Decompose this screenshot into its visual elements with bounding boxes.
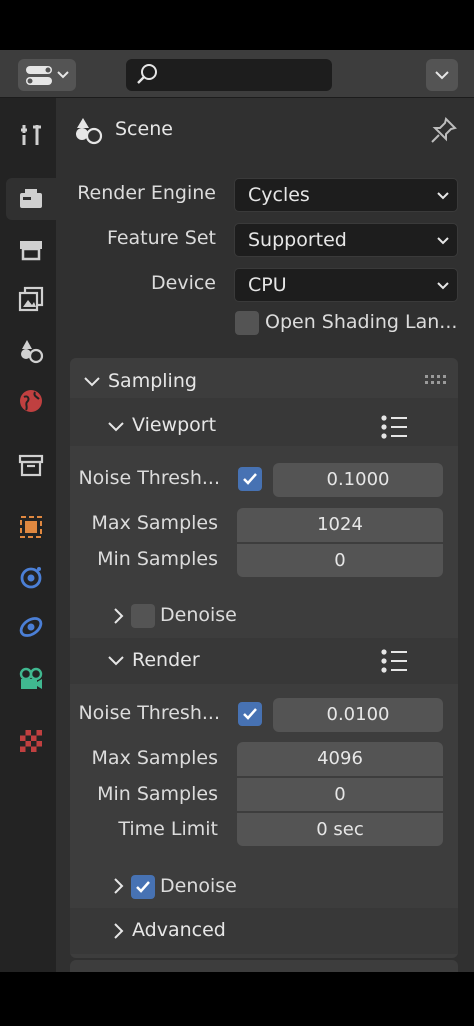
presets-list-icon[interactable] <box>380 648 410 674</box>
editor-header <box>0 50 474 98</box>
advanced-subpanel-header <box>70 908 458 954</box>
render-max-samples-field[interactable]: 4096 <box>237 742 443 776</box>
scene-icon <box>21 340 44 364</box>
render-engine-value: Cycles <box>248 184 310 206</box>
chevron-down-icon <box>437 192 449 200</box>
chevron-down-icon[interactable] <box>82 371 102 391</box>
tab-view-layer[interactable] <box>6 278 56 320</box>
time-limit-label: Time Limit <box>118 818 218 840</box>
object-square-icon <box>20 516 42 538</box>
render-camera-icon <box>20 189 42 208</box>
object-data-camera-icon <box>19 667 43 689</box>
viewport-noise-threshold-checkbox[interactable] <box>238 467 262 491</box>
chevron-down-icon[interactable] <box>106 416 126 436</box>
view-layer-icon <box>18 286 44 312</box>
render-engine-label: Render Engine <box>77 182 216 204</box>
tab-scene[interactable] <box>6 330 56 372</box>
particles-icon <box>20 567 42 589</box>
device-value: CPU <box>248 274 287 296</box>
chevron-down-icon[interactable] <box>106 650 126 670</box>
open-shading-checkbox[interactable] <box>235 311 259 335</box>
open-shading-label: Open Shading Lan... <box>265 311 458 333</box>
physics-orbit-icon <box>19 617 43 637</box>
options-dropdown-button[interactable] <box>426 59 458 91</box>
tool-icon <box>21 125 41 145</box>
render-noise-threshold-checkbox[interactable] <box>238 702 262 726</box>
render-noise-threshold-label: Noise Thresh... <box>78 702 220 724</box>
render-max-samples-label: Max Samples <box>91 747 218 769</box>
properties-tab-bar <box>0 98 56 972</box>
presets-list-icon[interactable] <box>380 414 410 440</box>
scene-icon <box>76 118 103 145</box>
feature-set-value: Supported <box>248 229 347 251</box>
checkmark-icon <box>243 708 257 720</box>
tab-output[interactable] <box>6 228 56 270</box>
world-globe-icon <box>20 390 42 412</box>
viewport-max-samples-label: Max Samples <box>91 512 218 534</box>
render-subpanel-title[interactable]: Render <box>132 649 200 671</box>
viewport-subpanel-title[interactable]: Viewport <box>132 414 216 436</box>
feature-set-label: Feature Set <box>106 227 216 249</box>
next-panel-header[interactable] <box>70 960 458 972</box>
advanced-subpanel-title[interactable]: Advanced <box>132 919 226 941</box>
chevron-down-icon <box>437 282 449 290</box>
tab-constraints[interactable] <box>6 658 56 700</box>
chevron-right-icon[interactable] <box>108 606 128 626</box>
search-icon <box>137 64 157 84</box>
tab-texture[interactable] <box>6 720 56 762</box>
drag-handle-icon[interactable] <box>424 374 448 386</box>
render-engine-dropdown[interactable]: Cycles <box>234 178 458 212</box>
editor-type-button[interactable] <box>18 59 76 91</box>
viewport-denoise-checkbox[interactable] <box>131 604 155 628</box>
viewport-denoise-row <box>70 590 458 638</box>
viewport-min-samples-label: Min Samples <box>97 548 218 570</box>
properties-editor: Scene Render Engine Cycles Feature Set S… <box>0 50 474 972</box>
sampling-panel-title[interactable]: Sampling <box>108 370 197 392</box>
tab-collection[interactable] <box>6 444 56 486</box>
texture-checker-icon <box>20 730 42 752</box>
viewport-noise-threshold-field[interactable]: 0.1000 <box>273 463 443 497</box>
checkmark-icon <box>136 881 150 893</box>
feature-set-dropdown[interactable]: Supported <box>234 223 458 257</box>
checkmark-icon <box>243 473 257 485</box>
context-label: Scene <box>115 118 173 140</box>
chevron-right-icon[interactable] <box>108 876 128 896</box>
chevron-right-icon[interactable] <box>108 921 128 941</box>
viewport-max-samples-field[interactable]: 1024 <box>237 508 443 542</box>
search-input[interactable] <box>126 59 332 91</box>
collection-box-icon <box>18 454 44 477</box>
tab-object[interactable] <box>6 506 56 548</box>
chevron-down-icon <box>435 71 449 80</box>
render-min-samples-label: Min Samples <box>97 783 218 805</box>
render-denoise-label: Denoise <box>160 875 237 897</box>
render-denoise-row <box>70 862 458 908</box>
tab-tool[interactable] <box>6 114 56 156</box>
render-denoise-checkbox[interactable] <box>131 875 155 899</box>
viewport-noise-threshold-label: Noise Thresh... <box>78 467 220 489</box>
pin-icon[interactable] <box>428 116 458 146</box>
device-label: Device <box>151 272 216 294</box>
render-min-samples-field[interactable]: 0 <box>237 777 443 811</box>
chevron-down-icon <box>437 237 449 245</box>
tab-modifiers[interactable] <box>6 556 56 598</box>
time-limit-field[interactable]: 0 sec <box>237 812 443 846</box>
device-dropdown[interactable]: CPU <box>234 268 458 302</box>
viewport-min-samples-field[interactable]: 0 <box>237 543 443 577</box>
viewport-denoise-label: Denoise <box>160 604 237 626</box>
tab-render[interactable] <box>6 178 56 220</box>
tab-world[interactable] <box>6 380 56 422</box>
render-noise-threshold-field[interactable]: 0.0100 <box>273 698 443 732</box>
properties-editor-icon <box>26 66 69 85</box>
output-printer-icon <box>20 241 42 261</box>
tab-physics[interactable] <box>6 606 56 648</box>
